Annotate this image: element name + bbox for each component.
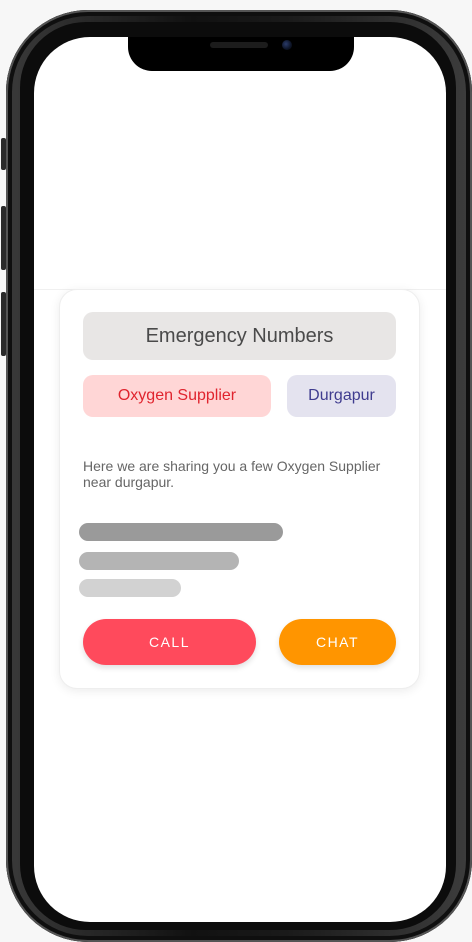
- card-description: Here we are sharing you a few Oxygen Sup…: [83, 458, 381, 490]
- silent-switch: [1, 138, 6, 170]
- chat-button[interactable]: CHAT: [279, 619, 396, 665]
- location-chip[interactable]: Durgapur: [287, 375, 396, 417]
- phone-screen: Emergency Numbers Oxygen Supplier Durgap…: [34, 37, 446, 922]
- emergency-card: Emergency Numbers Oxygen Supplier Durgap…: [59, 289, 420, 689]
- volume-down-button: [1, 292, 6, 356]
- loading-placeholder-line: [79, 523, 283, 541]
- speaker-grille: [210, 42, 268, 48]
- card-title: Emergency Numbers: [83, 312, 396, 360]
- loading-placeholder-line: [79, 579, 181, 597]
- call-button[interactable]: CALL: [83, 619, 256, 665]
- front-camera-icon: [282, 40, 292, 50]
- notch: [128, 37, 354, 71]
- loading-placeholder-line: [79, 552, 239, 570]
- volume-up-button: [1, 206, 6, 270]
- category-chip[interactable]: Oxygen Supplier: [83, 375, 271, 417]
